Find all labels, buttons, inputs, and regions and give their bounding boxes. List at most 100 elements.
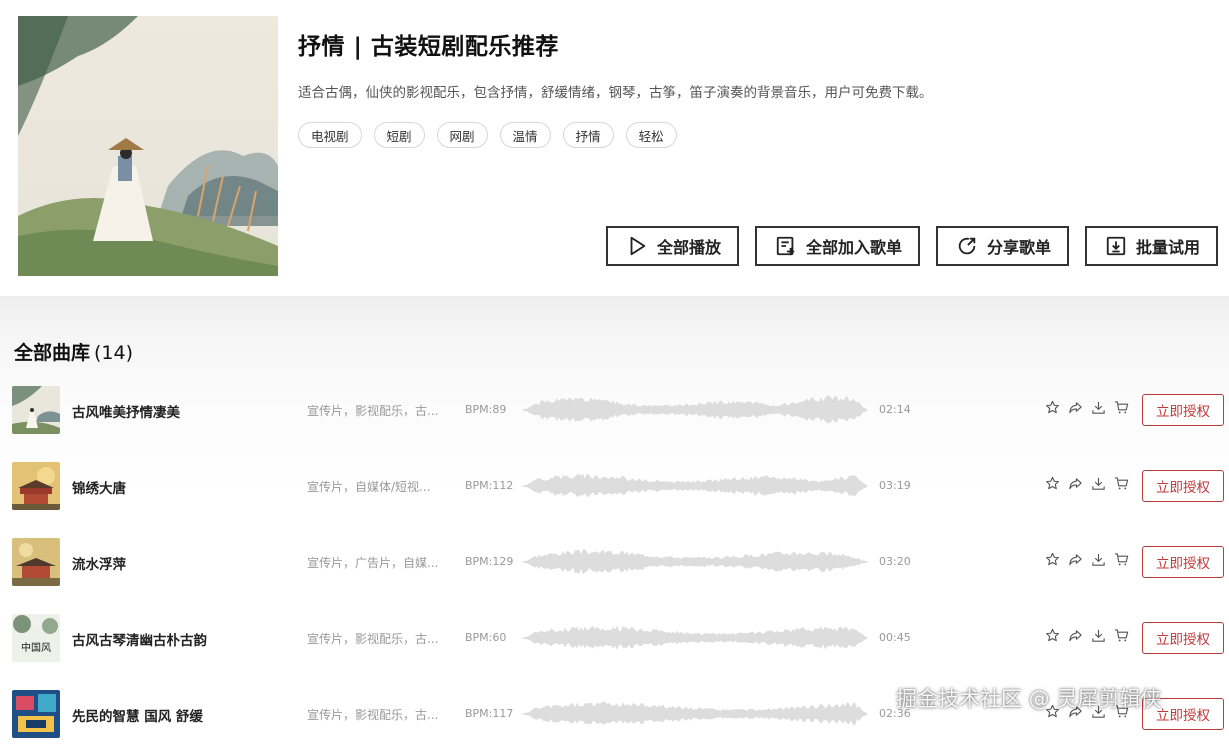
license-button[interactable]: 立即授权: [1142, 622, 1224, 654]
share-icon[interactable]: [1068, 704, 1083, 719]
tag-relaxed[interactable]: 轻松: [625, 122, 677, 148]
playlist-title: 抒情 | 古装短剧配乐推荐: [298, 34, 559, 60]
song-row[interactable]: 流水浮萍 宣传片，广告片，自媒... BPM:129 03:20 立即授权: [0, 524, 1229, 600]
license-button[interactable]: 立即授权: [1142, 470, 1224, 502]
song-tags: 宣传片，影视配乐，古...: [307, 708, 439, 722]
song-cover-thumbnail[interactable]: [12, 690, 60, 738]
waveform-shape: [523, 473, 867, 498]
song-row[interactable]: 中国风 古风古琴清幽古朴古韵 宣传片，影视配乐，古... BPM:60 00:4…: [0, 600, 1229, 676]
share-icon[interactable]: [1068, 552, 1083, 567]
song-tags: 宣传片，广告片，自媒...: [307, 556, 439, 570]
share-icon: [956, 235, 978, 257]
song-list: 古风唯美抒情凄美 宣传片，影视配乐，古... BPM:89 02:14 立即授权: [0, 372, 1229, 752]
add-all-to-playlist-button[interactable]: 全部加入歌单: [754, 226, 920, 266]
download-icon[interactable]: [1091, 552, 1106, 567]
song-row-icons: [1045, 400, 1129, 415]
song-duration: 02:36: [879, 707, 911, 720]
playlist-header: 抒情 | 古装短剧配乐推荐 适合古偶，仙侠的影视配乐，包含抒情，舒缓情绪，钢琴，…: [0, 0, 1229, 296]
cart-icon[interactable]: [1114, 476, 1129, 491]
song-title[interactable]: 古风唯美抒情凄美: [72, 401, 180, 421]
song-bpm: BPM:60: [465, 631, 507, 644]
share-icon[interactable]: [1068, 476, 1083, 491]
play-icon: [626, 235, 648, 257]
playlist-actions: 全部播放 全部加入歌单 分享歌单 批量试用: [605, 226, 1218, 266]
song-cover-thumbnail[interactable]: 中国风: [12, 614, 60, 662]
song-waveform[interactable]: [523, 469, 867, 503]
cart-icon[interactable]: [1114, 628, 1129, 643]
play-all-label: 全部播放: [656, 238, 721, 257]
add-all-label: 全部加入歌单: [805, 238, 902, 257]
waveform-shape: [523, 395, 867, 424]
song-cover-thumbnail[interactable]: [12, 386, 60, 434]
song-row[interactable]: 古风唯美抒情凄美 宣传片，影视配乐，古... BPM:89 02:14 立即授权: [0, 372, 1229, 448]
song-bpm: BPM:117: [465, 707, 514, 720]
batch-trial-label: 批量试用: [1135, 238, 1200, 257]
cart-icon[interactable]: [1114, 552, 1129, 567]
song-title[interactable]: 流水浮萍: [72, 553, 126, 573]
library-title-text: 全部曲库: [14, 342, 91, 364]
song-bpm: BPM:89: [465, 403, 507, 416]
song-tags: 宣传片，自媒体/短视...: [307, 480, 431, 494]
song-row-icons: [1045, 628, 1129, 643]
share-icon[interactable]: [1068, 628, 1083, 643]
song-bpm: BPM:129: [465, 555, 514, 568]
batch-trial-button[interactable]: 批量试用: [1084, 226, 1218, 266]
star-icon[interactable]: [1045, 552, 1060, 567]
tag-lyrical[interactable]: 抒情: [562, 122, 614, 148]
song-waveform[interactable]: [523, 393, 867, 427]
download-box-icon: [1105, 235, 1127, 257]
song-title[interactable]: 锦绣大唐: [72, 477, 126, 497]
download-icon[interactable]: [1091, 628, 1106, 643]
song-row-icons: [1045, 552, 1129, 567]
song-duration: 03:19: [879, 479, 911, 492]
share-playlist-button[interactable]: 分享歌单: [935, 226, 1069, 266]
download-icon[interactable]: [1091, 400, 1106, 415]
song-title[interactable]: 先民的智慧 国风 舒缓: [72, 705, 203, 725]
playlist-cover-image: [18, 16, 278, 276]
library-count: (14): [94, 342, 134, 364]
add-to-playlist-icon: [775, 235, 797, 257]
download-icon[interactable]: [1091, 704, 1106, 719]
song-row-icons: [1045, 476, 1129, 491]
license-button[interactable]: 立即授权: [1142, 546, 1224, 578]
song-bpm: BPM:112: [465, 479, 514, 492]
waveform-shape: [523, 701, 867, 726]
share-playlist-label: 分享歌单: [986, 238, 1051, 257]
cart-icon[interactable]: [1114, 704, 1129, 719]
tag-warm[interactable]: 温情: [499, 122, 551, 148]
song-row[interactable]: 先民的智慧 国风 舒缓 宣传片，影视配乐，古... BPM:117 02:36 …: [0, 676, 1229, 752]
song-duration: 03:20: [879, 555, 911, 568]
song-waveform[interactable]: [523, 697, 867, 731]
song-waveform[interactable]: [523, 621, 867, 655]
download-icon[interactable]: [1091, 476, 1106, 491]
song-cover-thumbnail[interactable]: [12, 462, 60, 510]
star-icon[interactable]: [1045, 400, 1060, 415]
song-row-icons: [1045, 704, 1129, 719]
thumbnail-chinese-style-label: 中国风: [21, 641, 51, 654]
star-icon[interactable]: [1045, 628, 1060, 643]
song-title[interactable]: 古风古琴清幽古朴古韵: [72, 629, 207, 649]
song-row[interactable]: 锦绣大唐 宣传片，自媒体/短视... BPM:112 03:19 立即授权: [0, 448, 1229, 524]
waveform-shape: [523, 549, 867, 575]
library-title: 全部曲库 (14): [14, 338, 133, 365]
license-button[interactable]: 立即授权: [1142, 698, 1224, 730]
star-icon[interactable]: [1045, 476, 1060, 491]
playlist-description: 适合古偶，仙侠的影视配乐，包含抒情，舒缓情绪，钢琴，古筝，笛子演奏的背景音乐，用…: [298, 85, 933, 101]
song-waveform[interactable]: [523, 545, 867, 579]
song-duration: 00:45: [879, 631, 911, 644]
tag-tv-drama[interactable]: 电视剧: [298, 122, 362, 148]
waveform-shape: [523, 625, 867, 650]
share-icon[interactable]: [1068, 400, 1083, 415]
star-icon[interactable]: [1045, 704, 1060, 719]
song-duration: 02:14: [879, 403, 911, 416]
tag-short-drama[interactable]: 短剧: [373, 122, 425, 148]
license-button[interactable]: 立即授权: [1142, 394, 1224, 426]
tag-web-drama[interactable]: 网剧: [436, 122, 488, 148]
play-all-button[interactable]: 全部播放: [605, 226, 739, 266]
song-tags: 宣传片，影视配乐，古...: [307, 632, 439, 646]
song-library: 全部曲库 (14) 古风唯美抒情凄美 宣传片，影视配乐，古... BPM:89 0…: [0, 296, 1229, 738]
cart-icon[interactable]: [1114, 400, 1129, 415]
song-cover-thumbnail[interactable]: [12, 538, 60, 586]
song-tags: 宣传片，影视配乐，古...: [307, 404, 439, 418]
playlist-tags: 电视剧 短剧 网剧 温情 抒情 轻松: [298, 122, 677, 148]
